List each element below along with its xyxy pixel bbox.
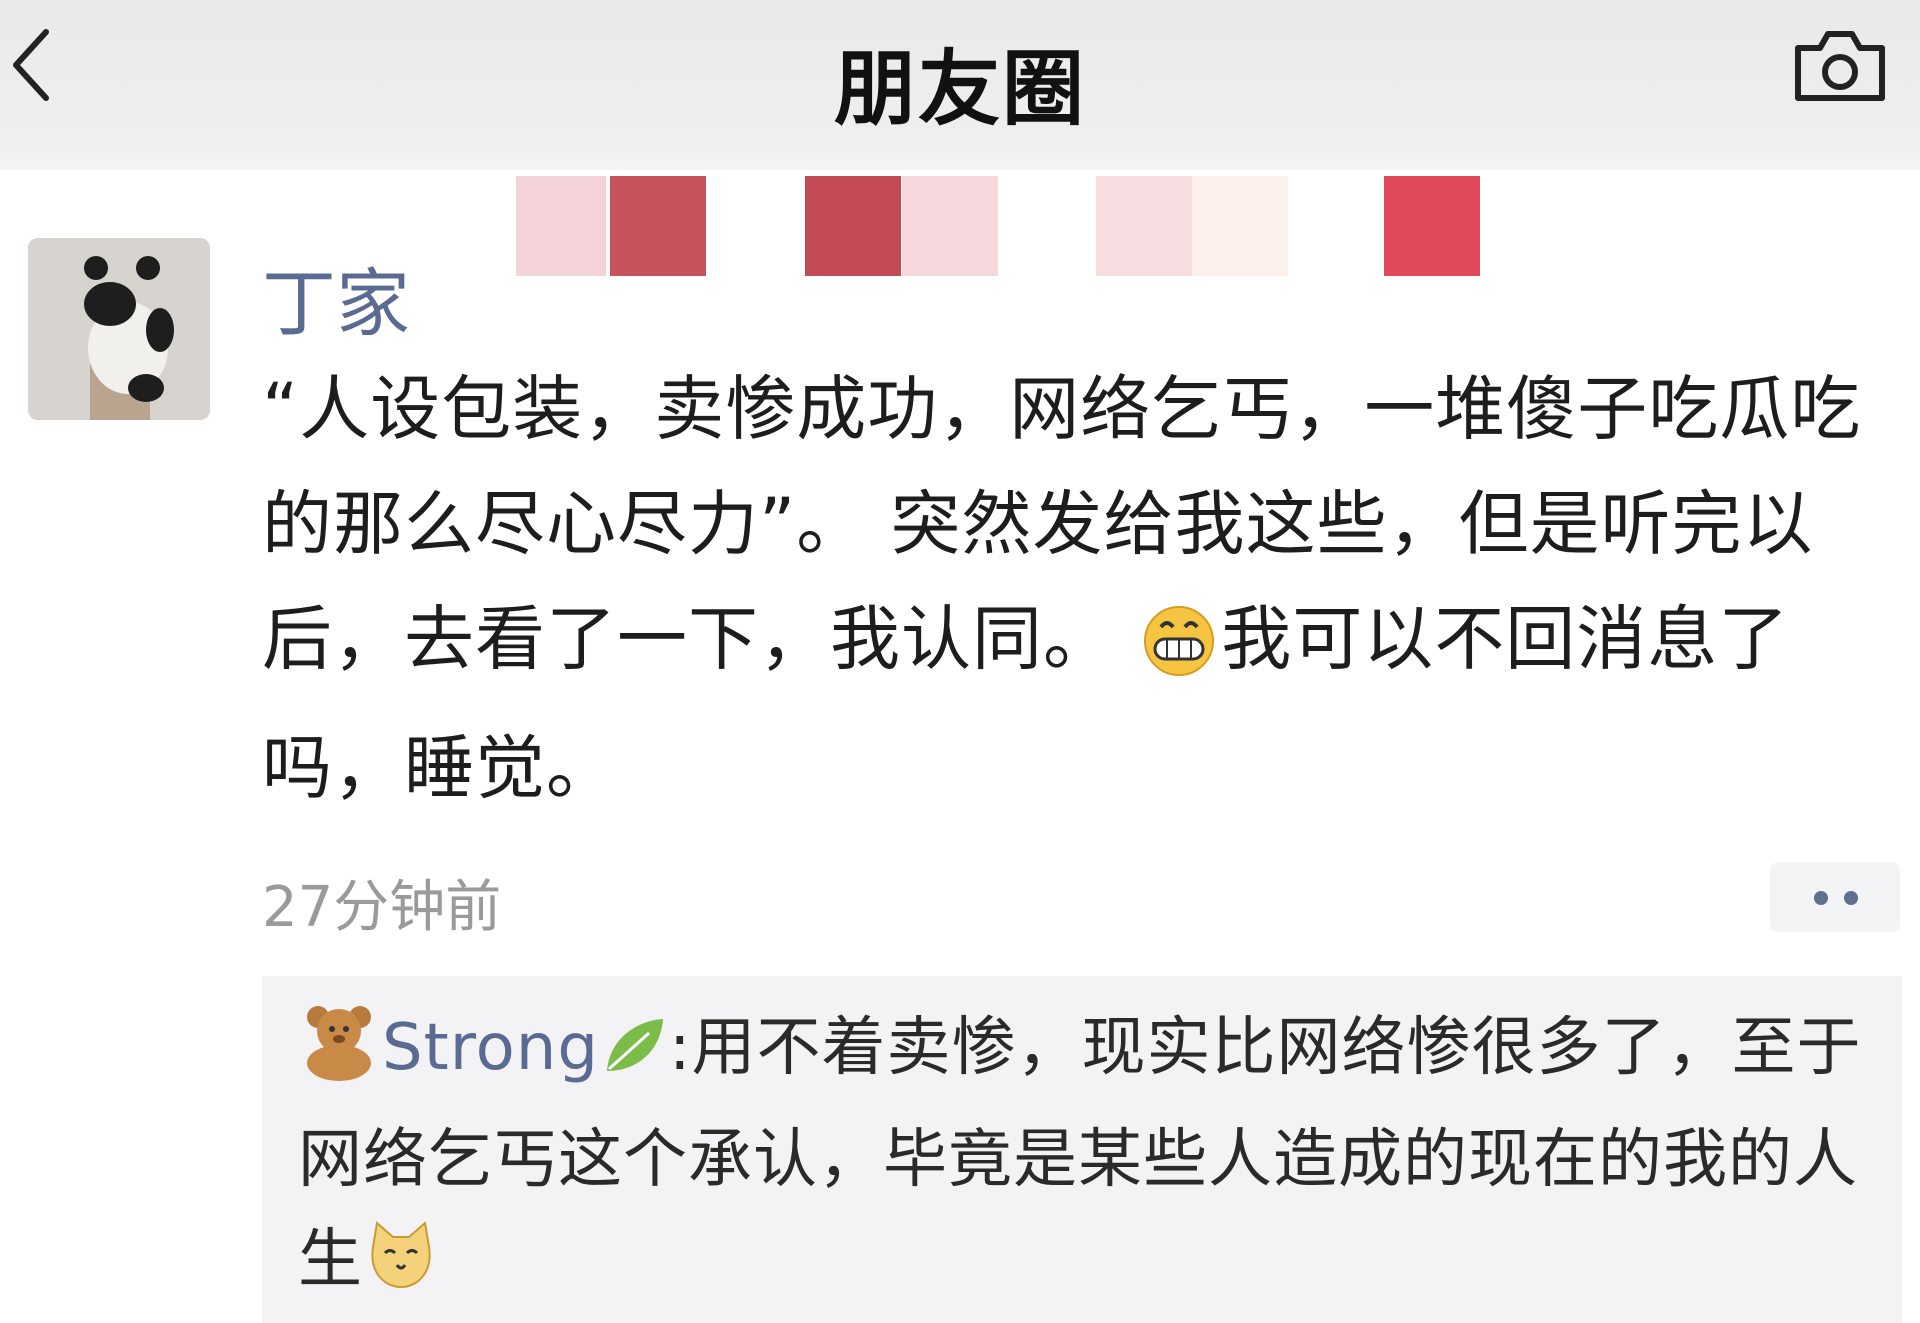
redacted-block	[1192, 176, 1288, 276]
camera-icon	[1795, 31, 1885, 101]
redacted-block	[805, 176, 901, 276]
comment-author[interactable]: Strong	[382, 1011, 599, 1085]
panda-avatar-icon	[28, 238, 210, 420]
redacted-block	[1096, 176, 1192, 276]
post-content: “人设包装，卖惨成功，网络乞丐，一堆傻子吃瓜吃的那么尽心尽力”。 突然发给我这些…	[262, 352, 1912, 826]
post-timestamp: 27分钟前	[262, 875, 502, 940]
redacted-block	[1384, 176, 1480, 276]
redacted-block	[610, 176, 706, 276]
cover-photo-strip	[500, 168, 1500, 278]
redacted-block	[902, 176, 998, 276]
teddy-bear-icon	[298, 1001, 382, 1110]
post-author-name[interactable]: 丁家	[262, 244, 410, 351]
avatar[interactable]	[28, 238, 210, 420]
leaf-icon	[599, 1010, 669, 1110]
more-dots-icon	[1844, 891, 1858, 905]
grinning-face-icon	[1137, 596, 1221, 711]
comment-section: Strong :用不着卖惨，现实比网络惨很多了，至于网络乞丐这个承认，毕竟是某些…	[262, 976, 1902, 1323]
more-actions-button[interactable]	[1770, 862, 1900, 932]
more-dots-icon	[1814, 891, 1828, 905]
camera-button[interactable]	[1790, 28, 1890, 104]
page-title: 朋友圈	[833, 42, 1086, 137]
redacted-block	[516, 176, 606, 276]
cat-face-icon	[363, 1217, 439, 1322]
comment-item[interactable]: Strong :用不着卖惨，现实比网络惨很多了，至于网络乞丐这个承认，毕竟是某些…	[298, 998, 1898, 1322]
nav-header: 朋友圈	[0, 0, 1920, 170]
comment-separator: :	[668, 1011, 692, 1085]
